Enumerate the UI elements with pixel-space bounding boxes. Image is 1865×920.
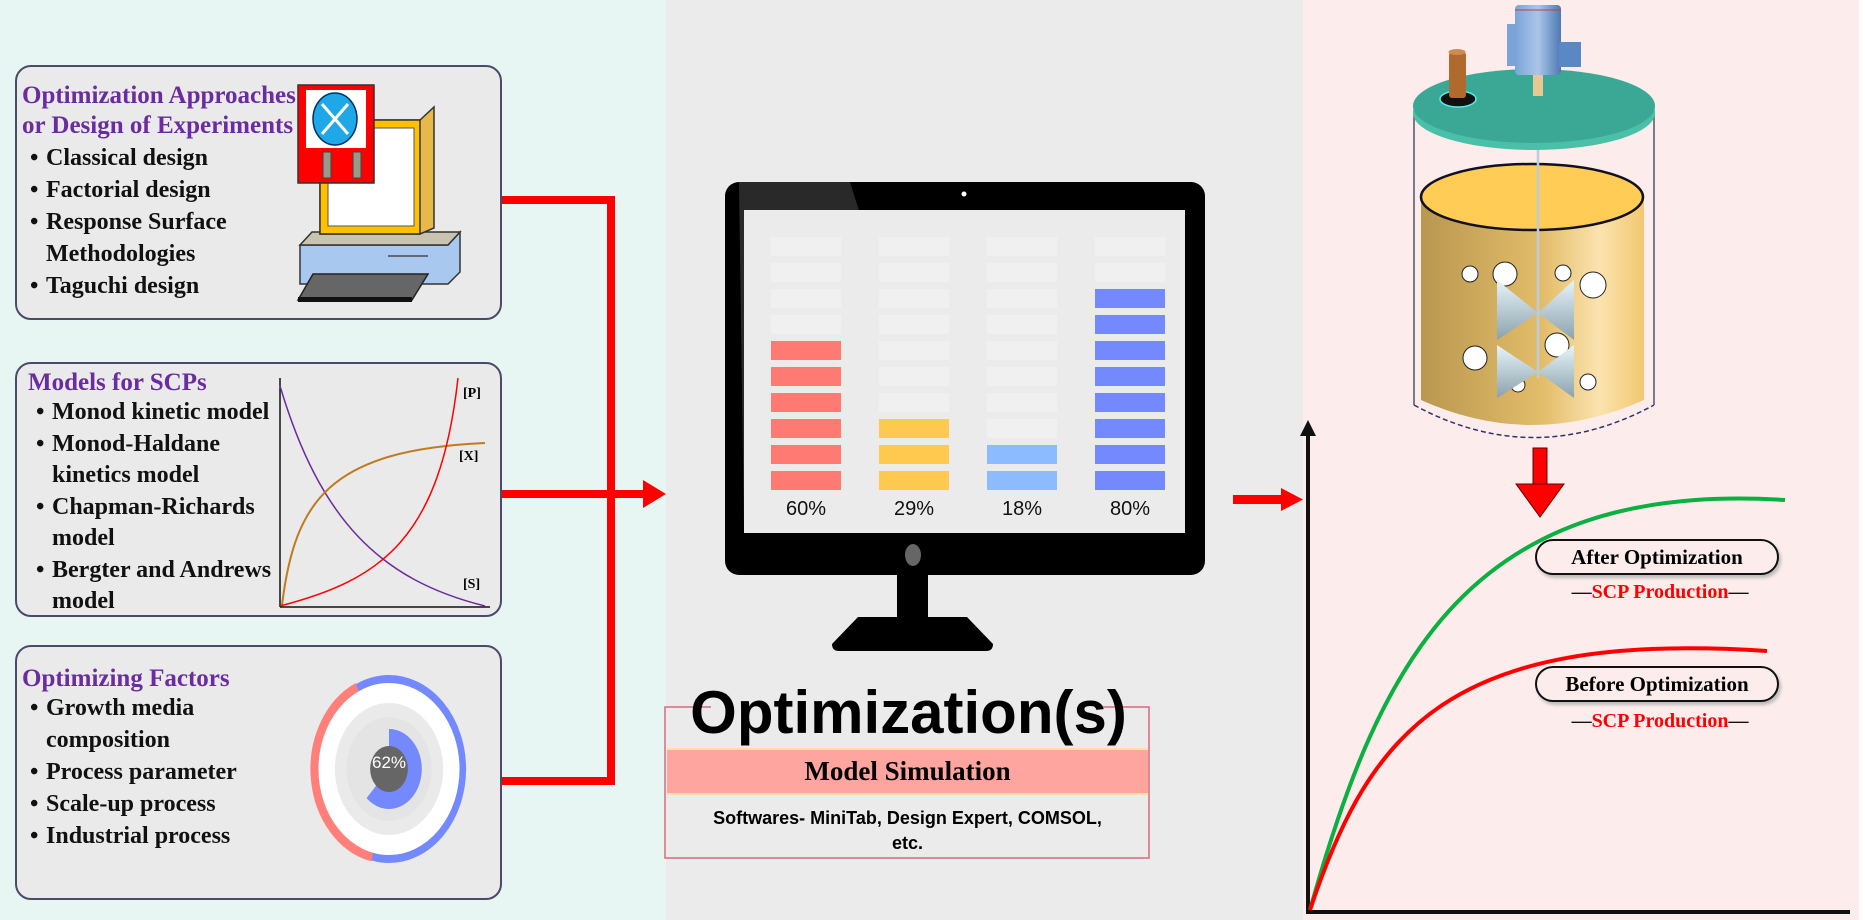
list-item: model (52, 525, 115, 551)
bar-segment-filled (1095, 367, 1165, 386)
list-item: Factorial design (30, 175, 211, 206)
software-list: Softwares- MiniTab, Design Expert, COMSO… (667, 806, 1148, 856)
bar-segment-filled (771, 367, 841, 386)
list-item: Industrial process (30, 821, 230, 852)
design-title-line1: Optimization Approaches (22, 82, 296, 109)
bar-segment-filled (771, 445, 841, 464)
dash: — (1728, 581, 1749, 603)
kinetics-chart (279, 377, 490, 608)
bar-segment-filled (879, 419, 949, 438)
bar-segment-filled (1095, 289, 1165, 308)
bar-segment-empty (1095, 263, 1165, 282)
bar-segment-filled (987, 471, 1057, 490)
bar-segment-filled (879, 471, 949, 490)
after-scp-production: —SCP Production— (1560, 580, 1760, 604)
bar-segment-empty (771, 237, 841, 256)
bar-segment-empty (987, 393, 1057, 412)
bar-segment-empty (879, 341, 949, 360)
bar-segment-filled (1095, 315, 1165, 334)
dash: — (1728, 710, 1749, 732)
bar-segment-empty (987, 237, 1057, 256)
substrate-label: [S] (463, 577, 481, 592)
list-item: Chapman-Richards (36, 492, 255, 523)
list-item: model (52, 588, 115, 614)
bar-segment-empty (879, 263, 949, 282)
bar-segment-filled (1095, 341, 1165, 360)
bar-label: 29% (893, 498, 935, 520)
list-item: Bergter and Andrews (36, 555, 271, 586)
list-item: Monod kinetic model (36, 397, 269, 428)
bar-segment-filled (771, 393, 841, 412)
bar-segment-filled (771, 419, 841, 438)
bioreactor-icon (1413, 5, 1655, 439)
list-item: kinetics model (52, 462, 200, 488)
after-optimization-label: After Optimization (1535, 539, 1779, 575)
monitor-icon (725, 182, 1205, 651)
list-item: Response Surface (30, 207, 227, 238)
bar-segment-empty (879, 367, 949, 386)
optimization-title: Optimization(s) (690, 679, 1127, 746)
donut-label: 62% (371, 753, 407, 772)
bar-segment-filled (879, 445, 949, 464)
factors-title: Optimizing Factors (22, 665, 230, 692)
list-item: Methodologies (46, 241, 196, 267)
bar-segment-empty (1095, 237, 1165, 256)
design-title-line2: or Design of Experiments (22, 112, 294, 139)
scp-label: SCP Production (1591, 710, 1729, 732)
list-item: Growth media (30, 693, 194, 724)
bar-segment-empty (879, 315, 949, 334)
bar-segment-filled (1095, 393, 1165, 412)
dash: — (1571, 710, 1592, 732)
list-item: Taguchi design (30, 271, 199, 302)
list-item: Process parameter (30, 757, 237, 788)
bar-segment-empty (987, 341, 1057, 360)
bar-segment-empty (879, 237, 949, 256)
list-item: Scale-up process (30, 789, 216, 820)
bar-segment-empty (879, 393, 949, 412)
bar-segment-filled (771, 471, 841, 490)
bar-segment-empty (987, 289, 1057, 308)
bar-segment-filled (1095, 419, 1165, 438)
bar-label: 60% (785, 498, 827, 520)
bar-label: 18% (1001, 498, 1043, 520)
product-label: [P] (463, 386, 481, 401)
software-line2: etc. (891, 833, 924, 853)
list-item: Monod-Haldane (36, 429, 220, 460)
computer-floppy-icon (296, 84, 462, 302)
scp-label: SCP Production (1591, 581, 1729, 603)
bar-label: 80% (1109, 498, 1151, 520)
bar-segment-filled (771, 341, 841, 360)
bar-segment-empty (771, 263, 841, 282)
software-line1: Softwares- MiniTab, Design Expert, COMSO… (713, 808, 1102, 828)
bar-segment-empty (879, 289, 949, 308)
dash: — (1571, 581, 1592, 603)
substrate-curve (279, 385, 486, 607)
bar-segment-empty (987, 315, 1057, 334)
models-title: Models for SCPs (28, 369, 207, 396)
bar-segment-filled (987, 445, 1057, 464)
before-scp-production: —SCP Production— (1560, 709, 1760, 733)
list-item: composition (46, 727, 171, 753)
bar-segment-empty (771, 289, 841, 308)
biomass-curve (281, 442, 486, 606)
bar-segment-filled (1095, 471, 1165, 490)
before-optimization-label: Before Optimization (1535, 666, 1779, 702)
bar-segment-empty (771, 315, 841, 334)
bar-segment-empty (987, 263, 1057, 282)
biomass-label: [X] (459, 449, 479, 464)
bar-segment-filled (1095, 445, 1165, 464)
model-simulation-band: Model Simulation (667, 748, 1148, 795)
bar-segment-empty (987, 367, 1057, 386)
bar-segment-empty (987, 419, 1057, 438)
product-curve (279, 377, 459, 607)
list-item: Classical design (30, 143, 208, 174)
